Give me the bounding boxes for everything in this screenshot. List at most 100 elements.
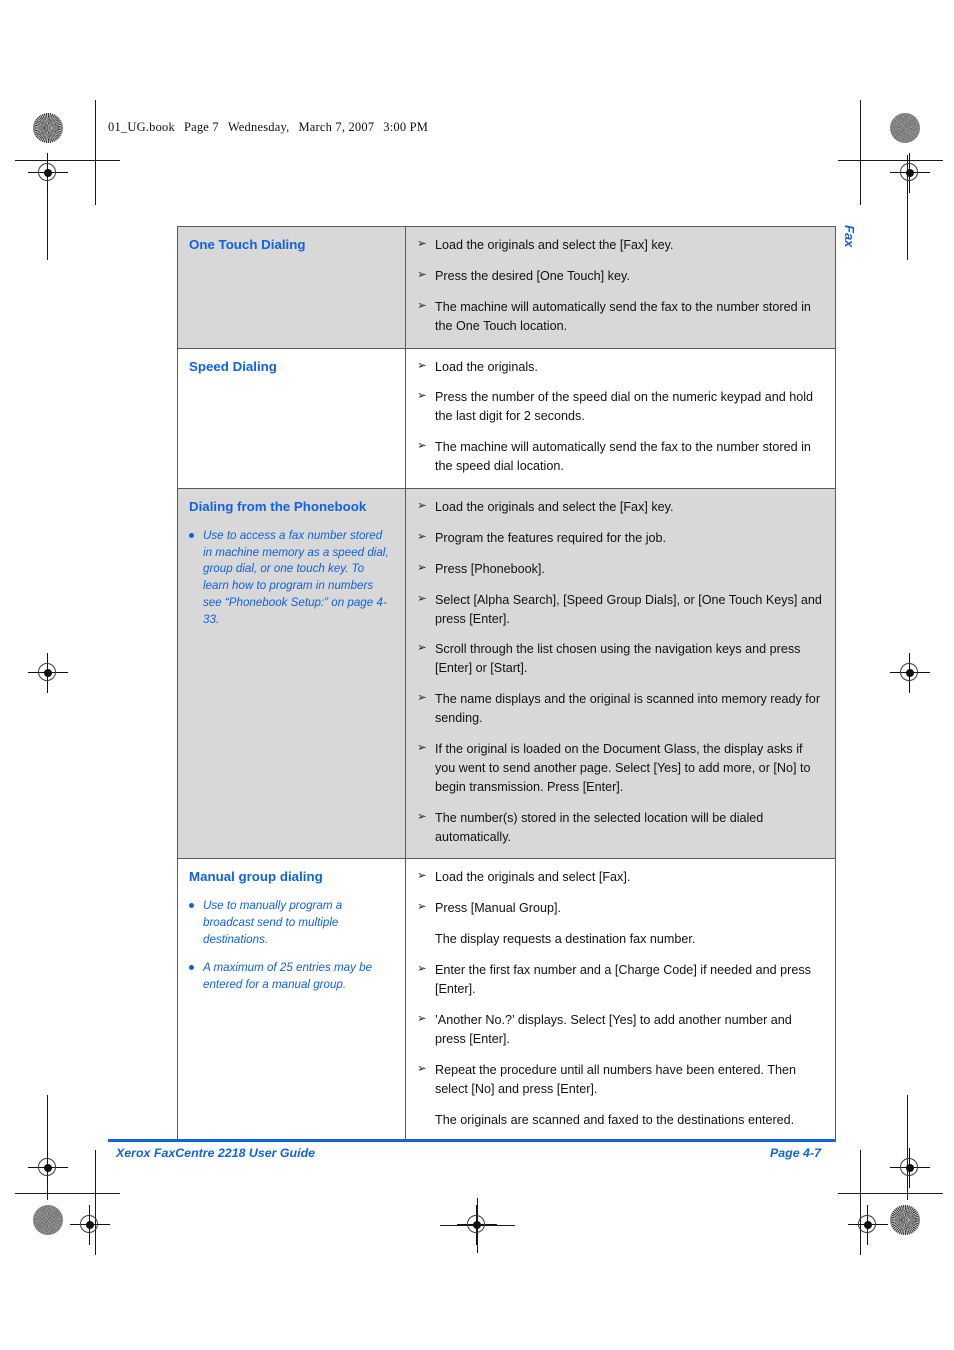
crop-mark-line [838,160,943,161]
registration-target-icon [28,653,68,693]
table-row: One Touch Dialing ➢ Load the originals and… [177,226,836,349]
bullet-dot-icon [189,964,194,970]
method-steps-content: ➢ Load the originals and select the [Fax]… [406,489,835,858]
method-title: One Touch Dialing [189,237,306,252]
file-header-book: 01_UG.book [108,120,175,134]
chapter-tab-label: Fax [842,225,857,248]
crop-mark-line [860,100,861,205]
registration-target-icon [890,1148,930,1188]
method-steps-content: ➢ Load the originals and select [Fax]. ➢ Pr… [406,859,835,1141]
step-arrow-icon: ➢ [417,500,427,513]
step-arrow-icon: ➢ [417,1012,427,1025]
method-title: Manual group dialing [189,869,323,885]
method-label-cell: Speed Dialing [177,347,406,490]
method-title: Dialing from the Phonebook [189,499,367,515]
method-step-text: Load the originals and select the [Fax] … [435,500,674,515]
method-note-list: Use to manually program a broadcast send… [189,898,393,994]
method-step-text: The display requests a destination fax n… [435,932,696,947]
step-arrow-icon: ➢ [417,642,427,655]
method-step-text: Enter the first fax number and a [Charge… [435,963,811,997]
step-arrow-icon: ➢ [417,530,427,543]
method-steps-cell: ➢ Load the originals. ➢ Press the number of… [405,347,836,490]
step-arrow-icon: ➢ [417,268,427,281]
method-step-note: The display requests a destination fax n… [412,930,823,949]
method-step-text: Select [Alpha Search], [Speed Group Dial… [435,592,822,626]
dialing-methods-table: One Touch Dialing ➢ Load the originals and… [177,226,836,1143]
method-title: Speed Dialing [189,358,277,374]
registration-target-icon [848,1205,888,1245]
method-step-item: ➢ ’Another No.?’ displays. Select [Yes] t… [412,1011,823,1049]
crop-mark-line [860,1150,861,1255]
method-step-text: The name displays and the original is sc… [435,692,821,726]
method-step-text: Repeat the procedure until all numbers h… [435,1062,797,1096]
table-body: One Touch Dialing ➢ Load the originals and… [177,226,836,1143]
step-arrow-icon: ➢ [417,870,427,883]
registration-target-icon [890,153,930,193]
registration-target-icon [890,653,930,693]
method-step-item: ➢ Load the originals and select the [Fax]… [412,236,823,255]
method-label-content: One Touch Dialing [178,227,405,271]
footer-divider [108,1139,835,1142]
method-step-item: ➢ Load the originals and select [Fax]. [412,868,823,887]
step-arrow-icon: ➢ [417,963,427,976]
step-arrow-icon: ➢ [417,810,427,823]
step-arrow-icon: ➢ [417,390,427,403]
registration-disc-icon [890,113,920,143]
method-note-item: Use to manually program a broadcast send… [189,898,393,949]
method-step-text: The number(s) stored in the selected loc… [435,810,764,844]
crop-mark-line [95,1150,96,1255]
file-header-time: 3:00 PM [383,120,429,134]
step-arrow-icon: ➢ [417,238,427,250]
registration-disc-icon [33,1205,63,1235]
method-step-item: ➢ Repeat the procedure until all numbers … [412,1061,823,1099]
crop-mark-line [15,1193,120,1194]
step-arrow-icon: ➢ [417,692,427,705]
method-step-item: ➢ If the original is loaded on the Docume… [412,740,823,797]
crop-mark-line [15,160,120,161]
method-step-list: ➢ Load the originals and select the [Fax]… [412,236,823,336]
method-label-cell: One Touch Dialing [177,226,406,349]
chapter-tab: Fax [840,225,862,285]
registration-target-icon [457,1205,497,1245]
method-note-text: A maximum of 25 entries may be entered f… [203,960,373,991]
method-step-item: ➢ Load the originals and select the [Fax]… [412,498,823,517]
method-note-item: Use to access a fax number stored in mac… [189,528,393,630]
step-arrow-icon: ➢ [417,592,427,605]
method-step-item: ➢ Enter the first fax number and a [Charg… [412,961,823,999]
method-note-text: Use to access a fax number stored in mac… [203,528,389,627]
method-step-text: Press the number of the speed dial on th… [435,390,814,424]
crop-mark-line [838,1193,943,1194]
bullet-dot-icon [189,532,194,538]
method-label-content: Manual group dialing Use to manually prog… [178,859,405,1007]
method-step-item: ➢ Scroll through the list chosen using th… [412,640,823,678]
method-step-list: ➢ Load the originals and select [Fax]. ➢ Pr… [412,868,823,1129]
method-label-cell: Dialing from the Phonebook Use to access … [177,488,406,860]
document-page: 01_UG.book Page 7 Wednesday, March 7, 2007 3… [0,0,954,1350]
registration-disc-icon [33,113,63,143]
step-arrow-icon: ➢ [417,359,427,372]
method-step-text: Load the originals and select the [Fax] … [435,238,674,252]
method-step-item: ➢ Press [Manual Group]. [412,899,823,918]
method-step-text: The originals are scanned and faxed to t… [435,1112,795,1127]
method-label-content: Speed Dialing [178,349,405,393]
method-label-content: Dialing from the Phonebook Use to access … [178,489,405,643]
method-step-item: ➢ Program the features required for the j… [412,529,823,548]
table-row: Speed Dialing ➢ Load the originals. ➢ Press … [177,347,836,490]
method-step-text: Load the originals and select [Fax]. [435,870,631,885]
method-steps-cell: ➢ Load the originals and select the [Fax]… [405,226,836,349]
method-step-item: ➢ Select [Alpha Search], [Speed Group Dia… [412,591,823,629]
step-arrow-icon: ➢ [417,440,427,453]
step-arrow-icon: ➢ [417,561,427,574]
method-step-text: The machine will automatically send the … [435,299,811,333]
method-step-list: ➢ Load the originals. ➢ Press the number of… [412,358,823,476]
file-header-weekday: Wednesday, [227,120,290,134]
file-header-date: March 7, 2007 [298,120,375,134]
registration-target-icon [28,153,68,193]
registration-target-icon [28,1148,68,1188]
file-header-page: Page 7 [183,120,219,134]
step-arrow-icon: ➢ [417,299,427,312]
footer-page-number: Page 4-7 [770,1146,821,1160]
method-step-text: The machine will automatically send the … [435,440,811,474]
method-note-list: Use to access a fax number stored in mac… [189,528,393,630]
step-arrow-icon: ➢ [417,1062,427,1075]
